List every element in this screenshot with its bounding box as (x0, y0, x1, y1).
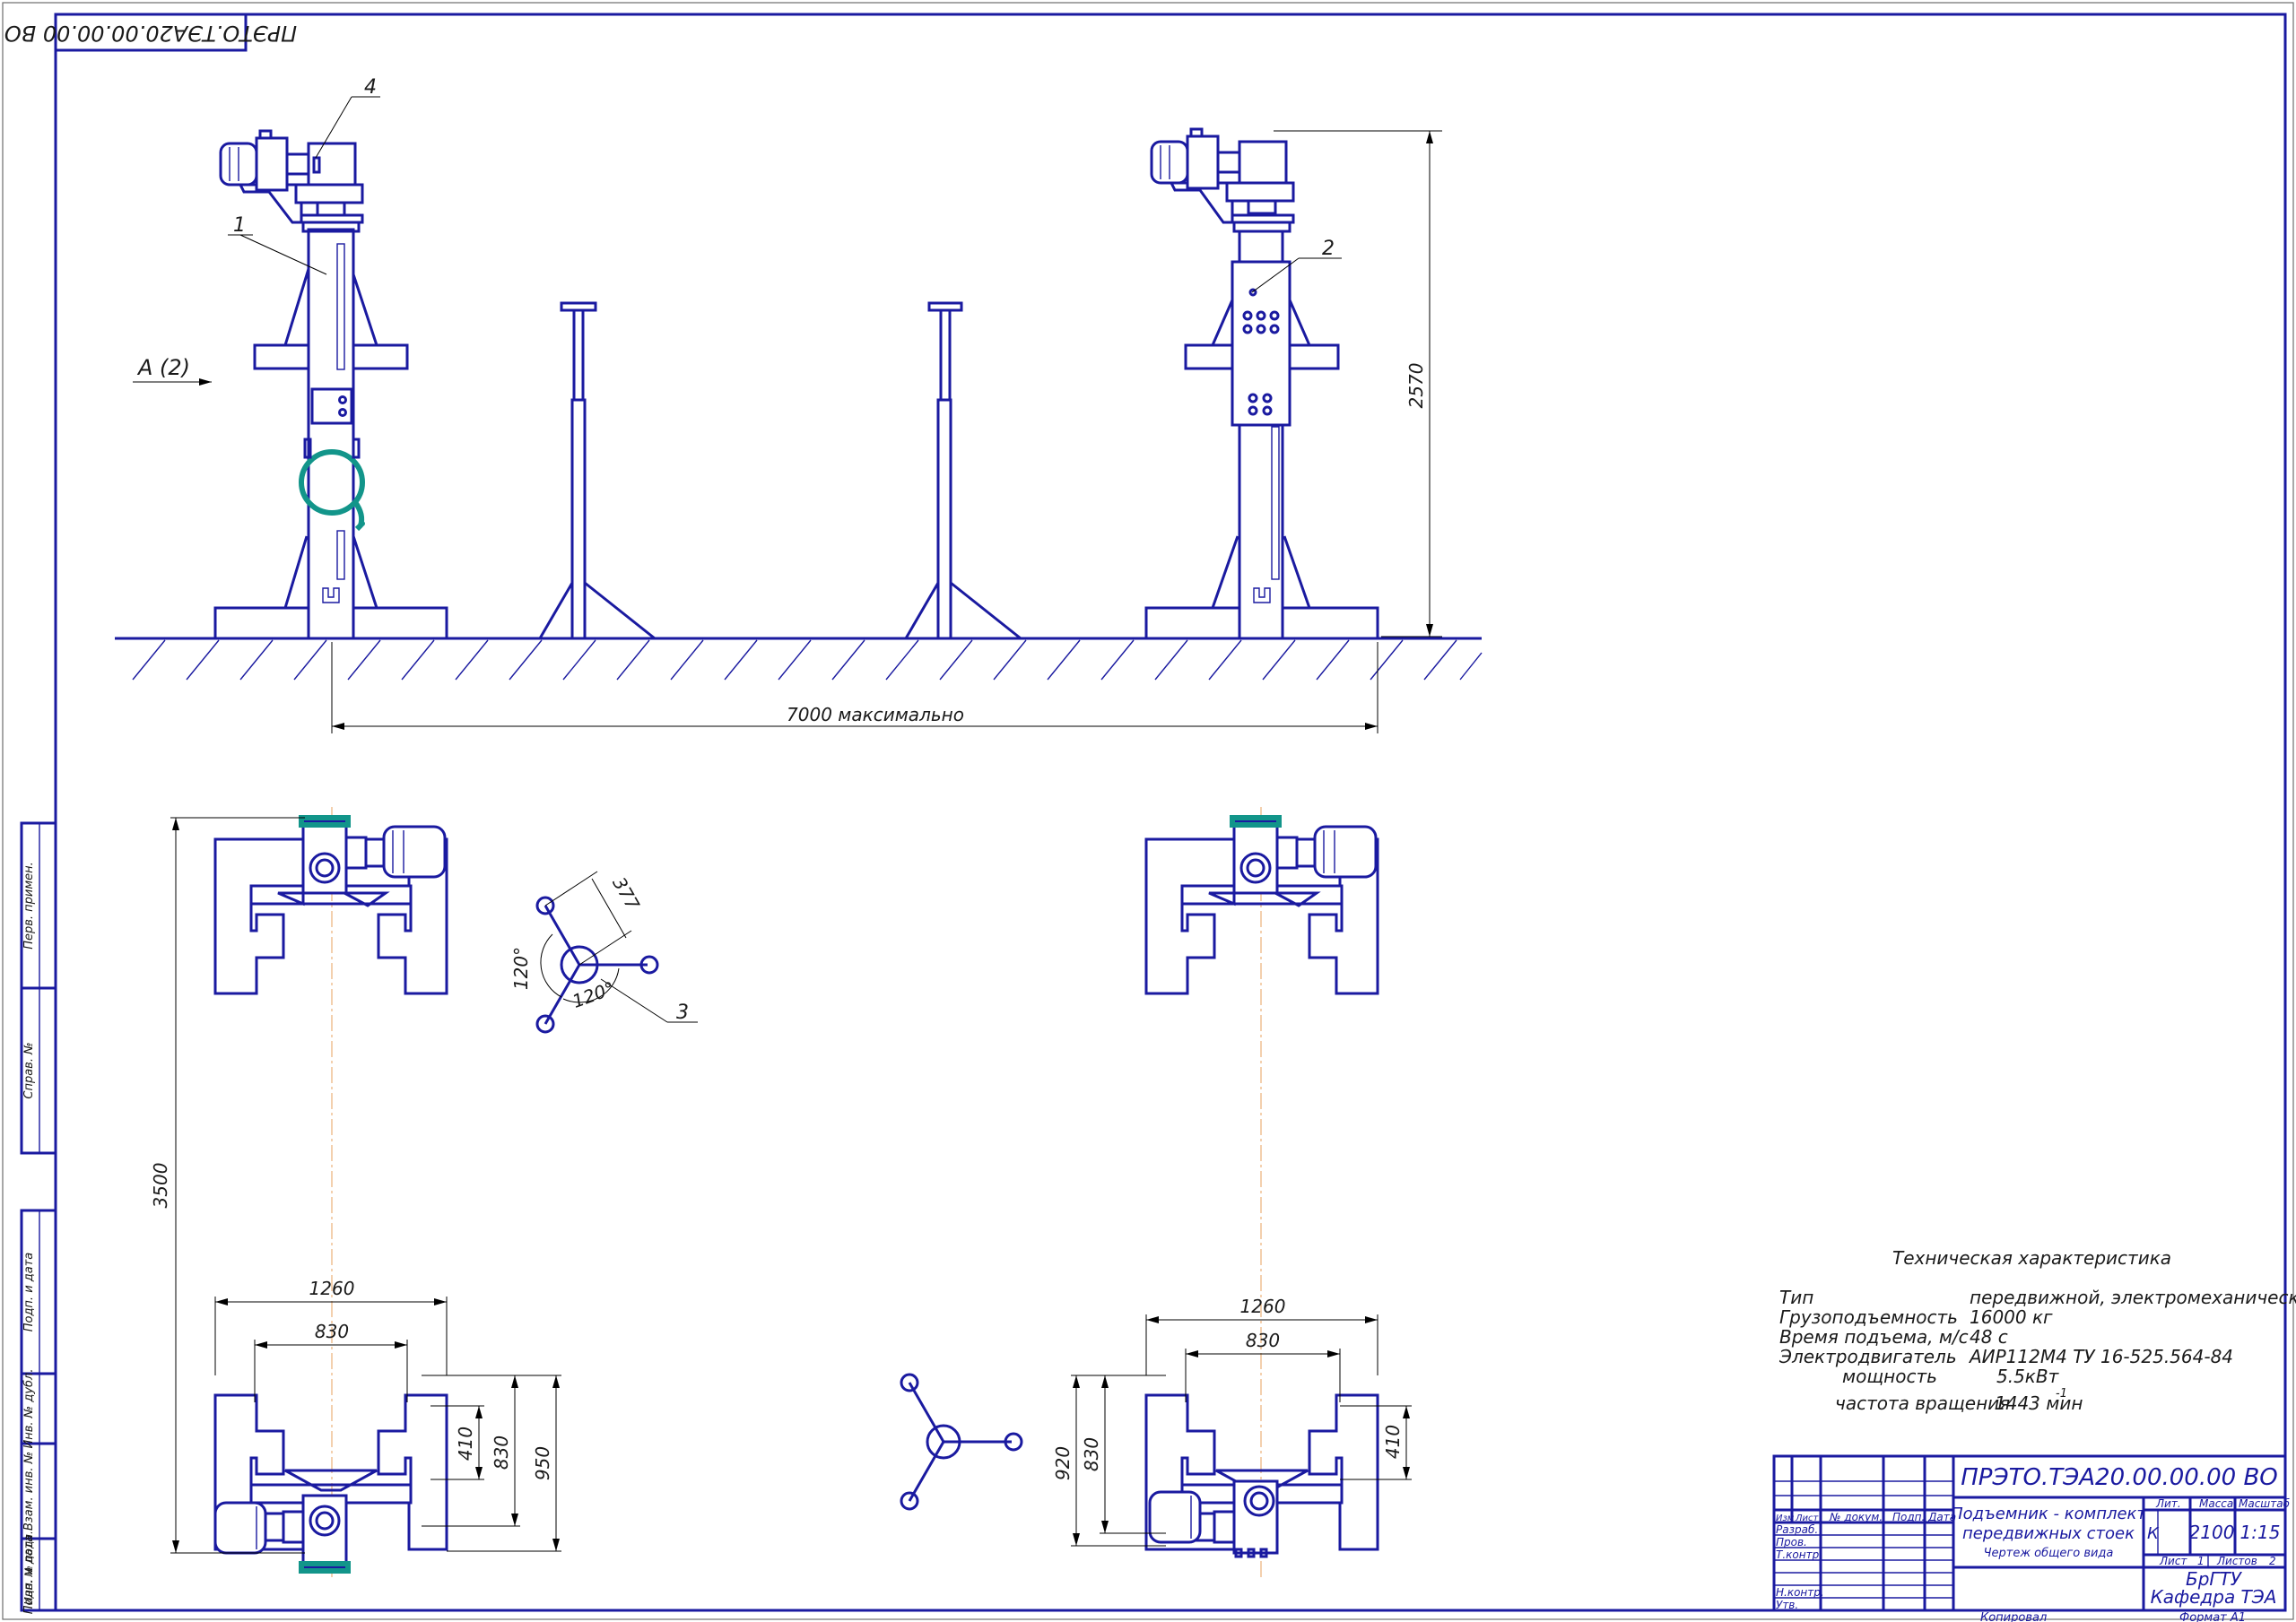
tripod-stand-front-b (904, 301, 1022, 640)
axis-lines (331, 807, 1262, 1578)
plan-unit-top-right (1144, 815, 1379, 995)
tech-value-rpm: 1443 мин (1995, 1392, 2083, 1414)
svg-text:4: 4 (364, 76, 377, 99)
tech-value-type: передвижной, электромеханический (1970, 1287, 2296, 1308)
svg-text:3500: 3500 (150, 1163, 171, 1209)
tech-label-type: Тип (1779, 1287, 1813, 1308)
tb-org-2: Кафедра ТЭА (2151, 1586, 2277, 1608)
dim-830-left: 830 (254, 1321, 408, 1402)
svg-text:1:15: 1:15 (2240, 1522, 2281, 1543)
svg-text:1260: 1260 (309, 1278, 355, 1299)
stamp-vzam-inv: Взам. инв. № (22, 1452, 36, 1531)
plan-unit-top-left (213, 815, 448, 995)
top-designation-box: ПРЭТО.ТЭА20.00.00.00 ВО (4, 13, 297, 52)
svg-text:920: 920 (1052, 1446, 1074, 1480)
ground-line (115, 637, 1483, 681)
callout-3: 3 (676, 1002, 689, 1024)
svg-text:Пров.: Пров. (1776, 1536, 1807, 1548)
plan-unit-bottom-right (1144, 1393, 1379, 1558)
svg-text:830: 830 (1081, 1437, 1102, 1471)
stamp-podp-data-1: Подп. и дата (22, 1253, 36, 1332)
svg-text:Утв.: Утв. (1776, 1599, 1798, 1611)
technical-drawing: ПРЭТО.ТЭА20.00.00.00 ВО Перв. примен. Сп… (2, 2, 2296, 1622)
tech-label-motor: Электродвигатель (1779, 1346, 1957, 1367)
view-arrow-A: А (2) (133, 355, 212, 386)
view-label: А (2) (136, 355, 190, 380)
tripod-plan-b (900, 1373, 1023, 1511)
technical-specification: Техническая характеристика Тип передвижн… (1779, 1247, 2296, 1414)
drawing-frame (54, 13, 2287, 1612)
side-stamp: Перв. примен. Справ. № Подп. и дата Инв.… (20, 821, 57, 1614)
svg-text:830: 830 (491, 1436, 512, 1470)
tb-doc-type: Чертеж общего вида (1984, 1547, 2114, 1560)
tech-value-lift-time: 48 с (1970, 1326, 2008, 1348)
dim-7000: 7000 максимально (331, 642, 1378, 733)
tb-copied: Копировал (1980, 1611, 2047, 1622)
tb-name-2: передвижных стоек (1962, 1524, 2135, 1543)
stamp-perv-primen: Перв. примен. (22, 862, 36, 950)
svg-text:Подп.: Подп. (1892, 1511, 1925, 1523)
dim-830-right: 830 (1185, 1330, 1341, 1402)
svg-text:410: 410 (1382, 1425, 1404, 1459)
tb-name-1: Подъемник - комплект (1951, 1505, 2146, 1523)
svg-text:Разраб.: Разраб. (1776, 1523, 1818, 1536)
tripod-stand-front-a (538, 301, 656, 640)
svg-text:377: 377 (608, 873, 644, 914)
svg-text:2570: 2570 (1405, 363, 1427, 409)
svg-text:410: 410 (455, 1427, 476, 1461)
svg-text:Н.контр.: Н.контр. (1776, 1586, 1824, 1599)
svg-text:Масса: Масса (2199, 1497, 2233, 1510)
svg-text:120°: 120° (510, 947, 532, 990)
svg-text:Лист: Лист (2159, 1555, 2187, 1567)
svg-text:Листов: Листов (2216, 1555, 2257, 1567)
stamp-sprav: Справ. № (22, 1042, 36, 1098)
tech-value-power: 5.5кВт (1996, 1366, 2060, 1387)
title-block: ПРЭТО.ТЭА20.00.00.00 ВО Подъемник - комп… (1772, 1454, 2291, 1622)
stamp-inv-dubl: Инв. № дубл. (22, 1369, 36, 1449)
tb-format: Формат А1 (2179, 1611, 2246, 1622)
svg-text:Т.контр.: Т.контр. (1776, 1548, 1822, 1561)
svg-text:№ докум.: № докум. (1829, 1511, 1883, 1523)
plan-unit-bottom-left (213, 1393, 448, 1574)
tech-value-motor: АИР112М4 ТУ 16-525.564-84 (1968, 1346, 2233, 1367)
tech-label-capacity: Грузоподъемность (1779, 1306, 1958, 1328)
svg-text:Лист: Лист (1795, 1514, 1820, 1523)
svg-text:1: 1 (233, 214, 246, 237)
top-designation-text: ПРЭТО.ТЭА20.00.00.00 ВО (4, 21, 297, 46)
svg-text:950: 950 (532, 1446, 553, 1480)
svg-text:830: 830 (315, 1321, 349, 1342)
left-stand-front (213, 129, 448, 640)
tech-label-lift-time: Время подъема, м/с (1779, 1326, 1969, 1348)
svg-text:Дата: Дата (1927, 1511, 1956, 1523)
svg-text:830: 830 (1246, 1330, 1280, 1351)
dims-right-of-bottom-left: 410 830 950 (422, 1375, 561, 1552)
tech-label-power: мощность (1842, 1366, 1937, 1387)
tech-rpm-exponent: -1 (2056, 1387, 2067, 1401)
right-stand-front (1144, 127, 1379, 640)
stamp-inv-podl: Инв. № подл. (22, 1531, 35, 1605)
tech-title: Техническая характеристика (1892, 1247, 2171, 1269)
tech-label-rpm: частота вращения (1835, 1392, 2010, 1414)
svg-text:7000 максимально: 7000 максимально (787, 704, 964, 725)
tripod-plan-a: 377 120° 120° 3 (510, 871, 698, 1034)
svg-text:1260: 1260 (1240, 1296, 1286, 1317)
svg-text:Лит.: Лит. (2155, 1497, 2181, 1510)
svg-text:2100: 2100 (2189, 1522, 2235, 1543)
svg-text:Масштаб: Масштаб (2239, 1497, 2291, 1510)
tech-value-capacity: 16000 кг (1970, 1306, 2053, 1328)
tb-designation: ПРЭТО.ТЭА20.00.00.00 ВО (1961, 1464, 2278, 1491)
svg-text:1: 1 (2197, 1555, 2205, 1567)
dim-2570: 2570 (1274, 130, 1442, 638)
svg-text:2: 2 (2269, 1555, 2276, 1567)
svg-text:Изм: Изм (1776, 1514, 1795, 1523)
svg-text:К: К (2147, 1524, 2160, 1543)
svg-text:2: 2 (1322, 238, 1335, 260)
dim-3500: 3500 (150, 817, 305, 1554)
